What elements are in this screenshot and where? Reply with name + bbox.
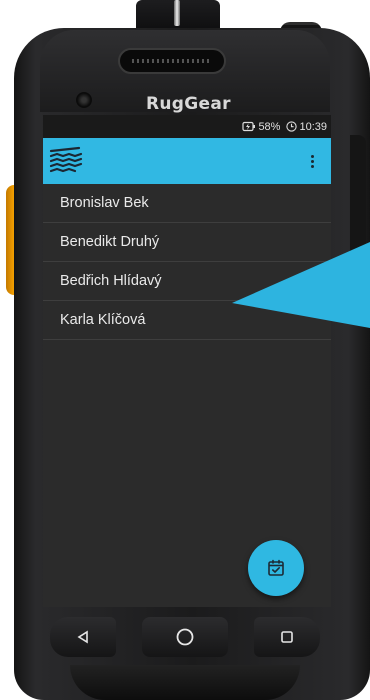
status-bar: 58% 10:39	[43, 115, 331, 138]
contact-name: Karla Klíčová	[60, 312, 146, 328]
pointer-arrow	[232, 242, 370, 328]
clock-indicator: 10:39	[286, 121, 327, 133]
status-time: 10:39	[299, 120, 327, 133]
hardware-nav-bar	[50, 615, 320, 659]
brand-logo: RugGear	[146, 94, 231, 114]
contact-name: Benedikt Druhý	[60, 234, 160, 250]
battery-level: 58%	[258, 120, 281, 133]
earpiece-speaker	[118, 48, 226, 74]
battery-charging-icon	[242, 121, 256, 132]
battery-indicator: 58%	[242, 121, 280, 133]
calendar-fab-button[interactable]	[248, 540, 304, 596]
phone-bottom	[70, 665, 300, 700]
home-button[interactable]	[142, 617, 228, 657]
front-camera	[76, 92, 92, 108]
app-logo-icon	[49, 146, 83, 173]
more-vertical-icon[interactable]	[303, 148, 321, 174]
clock-icon	[286, 121, 298, 132]
contact-name: Bedřich Hlídavý	[60, 273, 162, 289]
contact-item-bronislav-bek[interactable]: Bronislav Bek	[43, 184, 331, 223]
recent-apps-button[interactable]	[254, 617, 320, 657]
app-bar	[43, 138, 331, 184]
contact-name: Bronislav Bek	[60, 195, 149, 211]
home-circle-icon	[176, 628, 194, 646]
calendar-check-icon	[268, 559, 284, 576]
screen: 58% 10:39 Bronislav Bek Benedikt Druhý B…	[43, 115, 331, 607]
back-button[interactable]	[50, 617, 116, 657]
back-triangle-icon	[77, 630, 88, 644]
recent-square-icon	[281, 631, 293, 643]
